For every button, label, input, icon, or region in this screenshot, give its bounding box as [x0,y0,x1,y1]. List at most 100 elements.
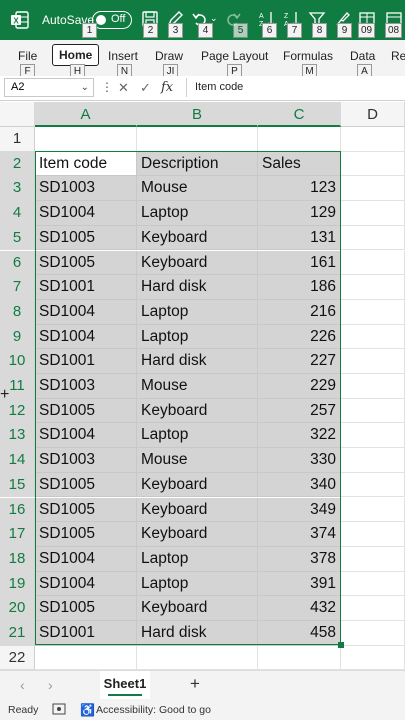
cell-a11[interactable]: SD1003 [35,374,137,399]
column-header-a[interactable]: A [35,102,137,127]
cell-b14[interactable]: Mouse [137,448,258,473]
cell-c14[interactable]: 330 [258,448,341,473]
cell-d17[interactable] [341,522,405,547]
cell-c16[interactable]: 349 [258,497,341,523]
name-box[interactable]: A2 ⌄ [4,78,94,97]
cell-b19[interactable]: Laptop [137,571,258,597]
cell-d3[interactable] [341,176,405,202]
cell-a8[interactable]: SD1004 [35,299,137,325]
row-header-19[interactable]: 19 [0,571,35,597]
cell-b2[interactable]: Description [137,151,258,177]
row-header-13[interactable]: 13 [0,423,35,449]
fill-handle[interactable] [338,642,344,648]
cell-d21[interactable] [341,621,405,646]
cell-b4[interactable]: Laptop [137,201,258,226]
cell-a4[interactable]: SD1004 [35,201,137,226]
cell-c2[interactable]: Sales [258,151,341,177]
cell-d12[interactable] [341,398,405,424]
cell-c10[interactable]: 227 [258,349,341,374]
row-header-21[interactable]: 21 [0,621,35,646]
tab-draw[interactable]: Draw [155,49,183,63]
cell-d7[interactable] [341,275,405,300]
formula-input[interactable]: Item code [186,78,405,97]
tab-page-layout[interactable]: Page Layout [201,49,268,63]
cell-c17[interactable]: 374 [258,522,341,547]
cell-a1[interactable] [35,127,137,152]
cell-b10[interactable]: Hard disk [137,349,258,374]
row-header-16[interactable]: 16 [0,497,35,523]
row-header-9[interactable]: 9 [0,324,35,350]
row-header-17[interactable]: 17 [0,522,35,547]
row-header-15[interactable]: 15 [0,472,35,498]
macro-recording-icon[interactable] [52,703,66,715]
cell-b6[interactable]: Keyboard [137,250,258,276]
cell-d9[interactable] [341,324,405,350]
cell-c20[interactable]: 432 [258,596,341,621]
cell-a20[interactable]: SD1005 [35,596,137,621]
cell-b13[interactable]: Laptop [137,423,258,449]
tab-review[interactable]: Re [391,49,405,63]
more-options-icon[interactable]: ⋮ [101,80,113,94]
cell-d16[interactable] [341,497,405,523]
cell-d11[interactable] [341,374,405,399]
cell-b9[interactable]: Laptop [137,324,258,350]
cell-b21[interactable]: Hard disk [137,621,258,646]
cell-b12[interactable]: Keyboard [137,398,258,424]
tab-insert[interactable]: Insert [108,49,138,63]
accessibility-status[interactable]: Accessibility: Good to go [96,704,211,716]
row-header-14[interactable]: 14 [0,448,35,473]
cell-b16[interactable]: Keyboard [137,497,258,523]
cell-c19[interactable]: 391 [258,571,341,597]
cell-a12[interactable]: SD1005 [35,398,137,424]
cell-c5[interactable]: 131 [258,225,341,251]
cell-a3[interactable]: SD1003 [35,176,137,202]
cell-a10[interactable]: SD1001 [35,349,137,374]
row-header-20[interactable]: 20 [0,596,35,621]
row-header-3[interactable]: 3 [0,176,35,202]
cell-b22[interactable] [137,645,258,671]
cell-a6[interactable]: SD1005 [35,250,137,276]
cell-c12[interactable]: 257 [258,398,341,424]
column-header-b[interactable]: B [137,102,258,127]
cell-b5[interactable]: Keyboard [137,225,258,251]
tab-home[interactable]: Home [52,44,100,66]
cell-c13[interactable]: 322 [258,423,341,449]
cell-d22[interactable] [341,645,405,671]
cell-a16[interactable]: SD1005 [35,497,137,523]
cell-a13[interactable]: SD1004 [35,423,137,449]
tab-data[interactable]: Data [350,49,375,63]
cell-d6[interactable] [341,250,405,276]
cell-b17[interactable]: Keyboard [137,522,258,547]
row-header-1[interactable]: 1 [0,127,35,152]
cell-c9[interactable]: 226 [258,324,341,350]
row-header-8[interactable]: 8 [0,299,35,325]
row-header-4[interactable]: 4 [0,201,35,226]
row-header-2[interactable]: 2 [0,151,35,177]
tab-formulas[interactable]: Formulas [283,49,333,63]
accessibility-icon[interactable]: ♿ [80,703,95,717]
cell-c3[interactable]: 123 [258,176,341,202]
cell-d18[interactable] [341,546,405,572]
cell-a15[interactable]: SD1005 [35,472,137,498]
previous-sheet-icon[interactable]: ‹ [20,677,25,693]
cell-d15[interactable] [341,472,405,498]
add-sheet-button[interactable]: + [190,674,200,694]
cell-c7[interactable]: 186 [258,275,341,300]
confirm-icon[interactable]: ✓ [140,80,151,96]
cell-c8[interactable]: 216 [258,299,341,325]
cell-b11[interactable]: Mouse [137,374,258,399]
cell-b20[interactable]: Keyboard [137,596,258,621]
chevron-down-icon[interactable]: ⌄ [81,79,89,96]
cell-b7[interactable]: Hard disk [137,275,258,300]
cell-d5[interactable] [341,225,405,251]
cell-d1[interactable] [341,127,405,152]
cell-d13[interactable] [341,423,405,449]
column-header-c[interactable]: C [258,102,341,127]
cell-d20[interactable] [341,596,405,621]
tab-file[interactable]: File [18,49,37,63]
cell-d10[interactable] [341,349,405,374]
cell-a2[interactable]: Item code [35,151,137,177]
cell-b1[interactable] [137,127,258,152]
cell-a17[interactable]: SD1005 [35,522,137,547]
row-header-10[interactable]: 10 [0,349,35,374]
